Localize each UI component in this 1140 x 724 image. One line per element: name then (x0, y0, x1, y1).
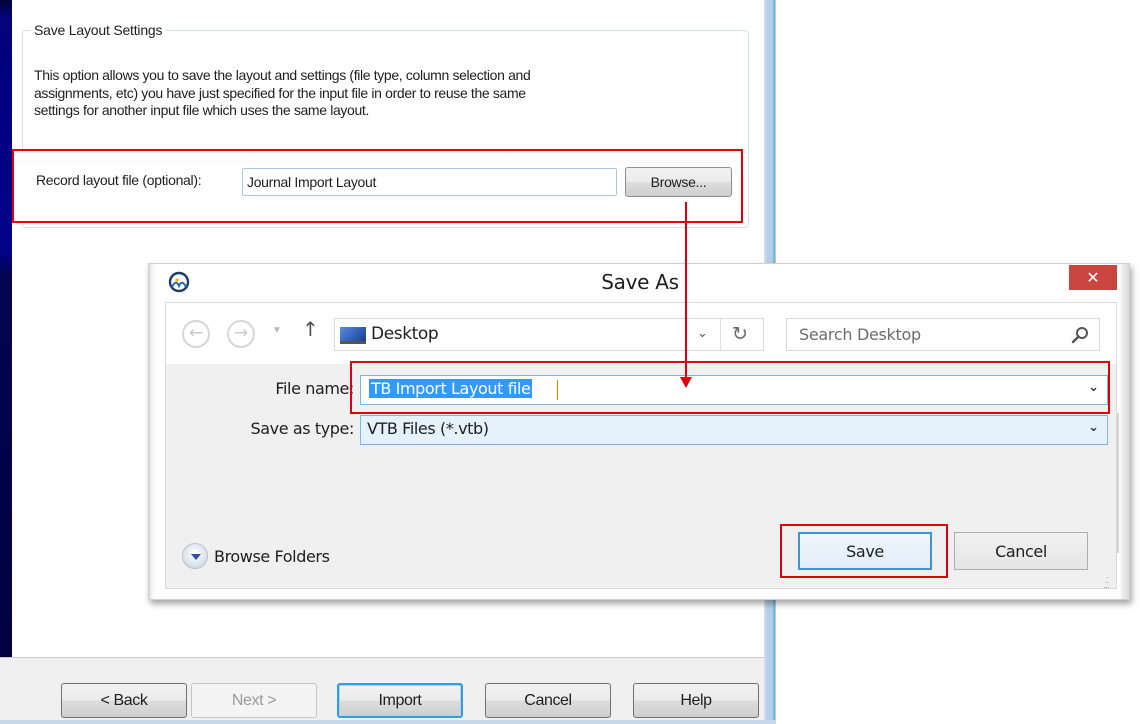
resize-grip-icon[interactable]: · ·· ··· (1103, 573, 1110, 592)
chevron-down-icon[interactable]: ⌄ (1088, 380, 1099, 395)
address-location: Desktop (371, 324, 439, 344)
record-layout-label: Record layout file (optional): (36, 172, 202, 188)
save-as-type-label: Save as type: (250, 419, 354, 438)
expand-circle-icon (182, 543, 208, 569)
chevron-down-icon[interactable]: ⌄ (1088, 420, 1099, 435)
search-input[interactable] (787, 319, 1057, 350)
save-button[interactable]: Save (798, 532, 932, 570)
group-description: This option allows you to save the layou… (34, 67, 531, 118)
address-divider (720, 319, 721, 350)
browse-folders-label: Browse Folders (214, 546, 330, 566)
file-name-combobox[interactable]: TB Import Layout file ⌄ (360, 375, 1108, 405)
next-button: Next > (191, 683, 317, 718)
cancel-button[interactable]: Cancel (954, 532, 1088, 570)
import-button[interactable]: Import (337, 683, 463, 718)
forward-arrow-icon[interactable]: → (227, 320, 255, 348)
group-title: Save Layout Settings (30, 22, 167, 38)
browse-folders-toggle[interactable]: Browse Folders (182, 543, 330, 569)
save-as-type-value: VTB Files (*.vtb) (367, 419, 489, 438)
dialog-body: ← → ▼ ↑ Desktop ⌄ ↻ File name: TB Impor (165, 302, 1119, 592)
wizard-bottom-border (0, 720, 776, 724)
browse-button[interactable]: Browse... (625, 167, 732, 197)
file-name-label: File name: (275, 379, 354, 398)
wizard-cancel-button[interactable]: Cancel (485, 683, 611, 718)
save-as-type-select[interactable]: VTB Files (*.vtb) ⌄ (360, 415, 1108, 445)
wizard-side-banner (0, 0, 12, 657)
address-bar[interactable]: Desktop ⌄ ↻ (334, 318, 764, 351)
search-box[interactable] (786, 318, 1100, 351)
annotation-arrow-line (685, 202, 687, 378)
close-button[interactable]: ✕ (1069, 265, 1117, 290)
help-button[interactable]: Help (633, 683, 759, 718)
save-as-dialog: Save As ✕ ← → ▼ ↑ Desktop ⌄ ↻ File (148, 263, 1130, 600)
record-layout-file-input[interactable] (242, 168, 617, 196)
desktop-icon (340, 327, 366, 344)
back-button[interactable]: < Back (61, 683, 187, 718)
search-icon[interactable] (1069, 324, 1091, 346)
navigation-bar: ← → ▼ ↑ Desktop ⌄ ↻ (166, 303, 1116, 365)
refresh-icon[interactable]: ↻ (732, 323, 748, 345)
dialog-title: Save As (601, 270, 679, 294)
text-caret (557, 380, 558, 400)
resize-edge (1116, 413, 1119, 553)
chevron-down-icon[interactable]: ⌄ (697, 326, 708, 341)
dialog-frame-left (149, 264, 157, 599)
up-arrow-icon[interactable]: ↑ (302, 317, 319, 341)
file-name-value[interactable]: TB Import Layout file (369, 379, 533, 398)
recent-locations-icon[interactable]: ▼ (272, 325, 282, 336)
dialog-frame-right (1119, 264, 1129, 599)
annotation-arrowhead-icon (680, 377, 692, 388)
back-arrow-icon[interactable]: ← (182, 320, 210, 348)
